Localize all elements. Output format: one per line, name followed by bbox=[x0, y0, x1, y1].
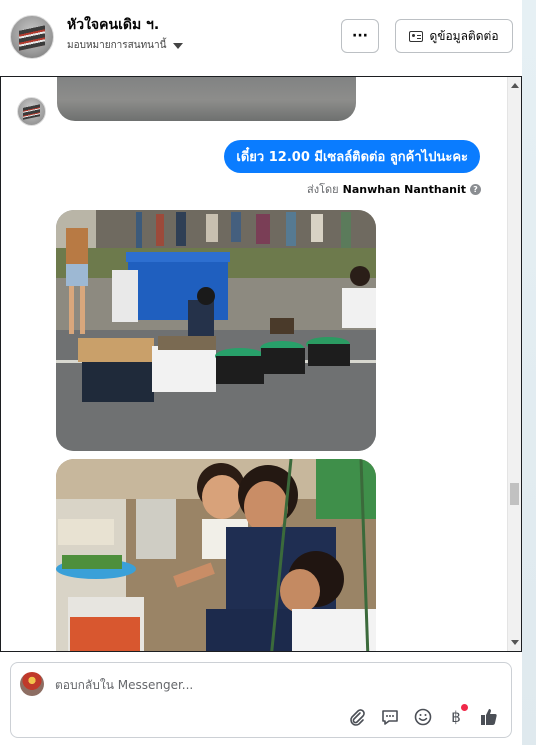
more-dots-icon: ··· bbox=[352, 28, 368, 44]
avatar-image bbox=[23, 104, 40, 120]
scrollbar-thumb[interactable] bbox=[510, 483, 519, 505]
conversation-header: หัวใจคนเดิม ฯ. มอบหมายการสนทนานี้ ··· ดู… bbox=[0, 0, 522, 76]
notification-dot bbox=[461, 704, 468, 711]
scroll-down-icon[interactable] bbox=[511, 640, 519, 645]
emoji-icon[interactable] bbox=[413, 707, 433, 727]
background-edge bbox=[522, 0, 536, 745]
sent-by-label: ส่งโดย bbox=[307, 183, 339, 196]
payment-icon[interactable]: ฿ bbox=[446, 704, 468, 727]
message-thread[interactable]: เดี๋ยว 12.00 มีเซลล์ติดต่อ ลูกค้าไปนะคะ … bbox=[0, 76, 522, 652]
photo-message-market[interactable] bbox=[56, 210, 376, 451]
help-icon[interactable]: ? bbox=[470, 183, 481, 195]
view-contact-info-button[interactable]: ดูข้อมูลติดต่อ bbox=[395, 19, 513, 53]
assign-label: มอบหมายการสนทนานี้ bbox=[67, 40, 167, 51]
thread-scrollbar[interactable] bbox=[507, 77, 521, 651]
caret-down-icon bbox=[173, 42, 184, 49]
more-options-button[interactable]: ··· bbox=[341, 19, 379, 53]
avatar-image bbox=[19, 25, 45, 51]
assign-conversation[interactable]: มอบหมายการสนทนานี้ bbox=[67, 38, 184, 53]
market-photo-image bbox=[56, 210, 376, 451]
previous-photo-message[interactable] bbox=[57, 77, 356, 121]
scroll-up-icon[interactable] bbox=[511, 83, 519, 88]
photo-message-selfie[interactable] bbox=[56, 459, 376, 651]
page-name[interactable]: หัวใจคนเดิม ฯ. bbox=[67, 14, 159, 36]
like-icon[interactable] bbox=[479, 707, 499, 727]
outgoing-message-text: เดี๋ยว 12.00 มีเซลล์ติดต่อ ลูกค้าไปนะคะ bbox=[236, 150, 468, 165]
selfie-photo-image bbox=[56, 459, 376, 651]
sent-by-line: ส่งโดย Nanwhan Nanthanit ? bbox=[307, 180, 481, 198]
page-avatar[interactable] bbox=[10, 15, 54, 59]
reply-input[interactable] bbox=[55, 676, 475, 694]
page: หัวใจคนเดิม ฯ. มอบหมายการสนทนานี้ ··· ดู… bbox=[0, 0, 536, 745]
agent-avatar bbox=[20, 672, 44, 696]
saved-replies-icon[interactable] bbox=[380, 707, 400, 727]
sender-name: Nanwhan Nanthanit bbox=[342, 182, 466, 196]
contact-card-icon bbox=[409, 30, 424, 42]
outgoing-message-bubble[interactable]: เดี๋ยว 12.00 มีเซลล์ติดต่อ ลูกค้าไปนะคะ bbox=[224, 140, 480, 173]
customer-avatar bbox=[17, 97, 46, 126]
composer-toolbar: ฿ bbox=[347, 704, 499, 727]
attachment-icon[interactable] bbox=[347, 707, 367, 727]
reply-composer: ฿ bbox=[10, 662, 512, 738]
view-contact-info-label: ดูข้อมูลติดต่อ bbox=[429, 28, 499, 43]
baht-glyph: ฿ bbox=[451, 708, 461, 726]
